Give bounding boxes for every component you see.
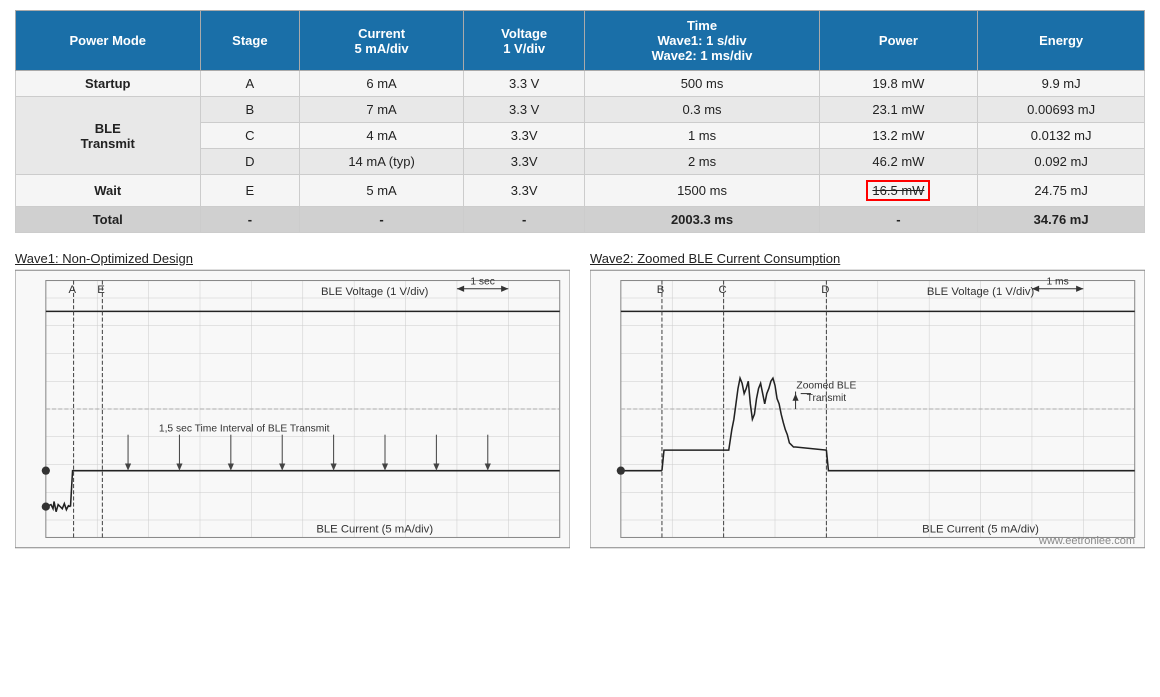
voltage-cell: 3.3V bbox=[463, 149, 585, 175]
wave1-svg: BLE Voltage (1 V/div) BLE Current (5 mA/… bbox=[15, 269, 570, 549]
time-cell: 1500 ms bbox=[585, 175, 819, 207]
energy-cell: 34.76 mJ bbox=[978, 207, 1145, 233]
table-row: Wait E 5 mA 3.3V 1500 ms 16.5 mW 24.75 m… bbox=[16, 175, 1145, 207]
energy-cell: 0.092 mJ bbox=[978, 149, 1145, 175]
wave2-title: Wave2: Zoomed BLE Current Consumption bbox=[590, 251, 1145, 266]
svg-text:D: D bbox=[821, 284, 829, 296]
header-voltage: Voltage1 V/div bbox=[463, 11, 585, 71]
waves-section: Wave1: Non-Optimized Design bbox=[15, 251, 1145, 549]
svg-text:A: A bbox=[68, 284, 76, 296]
power-cell: 19.8 mW bbox=[819, 71, 978, 97]
voltage-cell: 3.3V bbox=[463, 175, 585, 207]
energy-cell: 0.00693 mJ bbox=[978, 97, 1145, 123]
mode-cell-total: Total bbox=[16, 207, 201, 233]
power-cell: 46.2 mW bbox=[819, 149, 978, 175]
voltage-cell: - bbox=[463, 207, 585, 233]
table-row: Startup A 6 mA 3.3 V 500 ms 19.8 mW 9.9 … bbox=[16, 71, 1145, 97]
time-cell: 0.3 ms bbox=[585, 97, 819, 123]
current-cell: 6 mA bbox=[300, 71, 464, 97]
stage-cell: C bbox=[200, 123, 300, 149]
time-cell: 500 ms bbox=[585, 71, 819, 97]
svg-text:E: E bbox=[97, 284, 105, 296]
energy-cell: 0.0132 mJ bbox=[978, 123, 1145, 149]
svg-text:Transmit: Transmit bbox=[807, 393, 847, 404]
stage-cell: E bbox=[200, 175, 300, 207]
voltage-cell: 3.3V bbox=[463, 123, 585, 149]
power-cell-strike: 16.5 mW bbox=[819, 175, 978, 207]
time-cell: 1 ms bbox=[585, 123, 819, 149]
voltage-cell: 3.3 V bbox=[463, 71, 585, 97]
mode-cell: Wait bbox=[16, 175, 201, 207]
svg-text:1 ms: 1 ms bbox=[1047, 277, 1069, 288]
header-time: TimeWave1: 1 s/divWave2: 1 ms/div bbox=[585, 11, 819, 71]
svg-text:1 sec: 1 sec bbox=[470, 277, 495, 288]
voltage-cell: 3.3 V bbox=[463, 97, 585, 123]
table-row: BLETransmit B 7 mA 3.3 V 0.3 ms 23.1 mW … bbox=[16, 97, 1145, 123]
svg-text:BLE Current (5 mA/div): BLE Current (5 mA/div) bbox=[316, 523, 433, 535]
current-cell: 14 mA (typ) bbox=[300, 149, 464, 175]
header-power: Power bbox=[819, 11, 978, 71]
mode-cell: Startup bbox=[16, 71, 201, 97]
svg-text:B: B bbox=[657, 284, 665, 296]
mode-cell: BLETransmit bbox=[16, 97, 201, 175]
time-cell: 2 ms bbox=[585, 149, 819, 175]
stage-cell: D bbox=[200, 149, 300, 175]
svg-text:1,5 sec Time Interval of BLE T: 1,5 sec Time Interval of BLE Transmit bbox=[159, 424, 330, 435]
stage-cell: - bbox=[200, 207, 300, 233]
power-table: Power Mode Stage Current5 mA/div Voltage… bbox=[15, 10, 1145, 233]
current-cell: 7 mA bbox=[300, 97, 464, 123]
svg-text:BLE Current (5 mA/div): BLE Current (5 mA/div) bbox=[922, 523, 1039, 535]
stage-cell: A bbox=[200, 71, 300, 97]
wave2-svg: BLE Voltage (1 V/div) BLE Current (5 mA/… bbox=[590, 269, 1145, 549]
stage-cell: B bbox=[200, 97, 300, 123]
power-cell: 23.1 mW bbox=[819, 97, 978, 123]
svg-text:C: C bbox=[718, 284, 726, 296]
energy-cell: 9.9 mJ bbox=[978, 71, 1145, 97]
current-cell: 5 mA bbox=[300, 175, 464, 207]
table-row-total: Total - - - 2003.3 ms - 34.76 mJ bbox=[16, 207, 1145, 233]
power-cell: - bbox=[819, 207, 978, 233]
wave1-panel: Wave1: Non-Optimized Design bbox=[15, 251, 570, 549]
time-cell: 2003.3 ms bbox=[585, 207, 819, 233]
watermark: www.eetroniee.com bbox=[1039, 535, 1135, 547]
svg-text:BLE Voltage (1 V/div): BLE Voltage (1 V/div) bbox=[321, 286, 429, 298]
wave2-panel: Wave2: Zoomed BLE Current Consumption bbox=[590, 251, 1145, 549]
header-power-mode: Power Mode bbox=[16, 11, 201, 71]
header-stage: Stage bbox=[200, 11, 300, 71]
energy-cell: 24.75 mJ bbox=[978, 175, 1145, 207]
svg-text:Zoomed BLE: Zoomed BLE bbox=[796, 380, 856, 391]
power-cell: 13.2 mW bbox=[819, 123, 978, 149]
wave1-wrapper: BLE Voltage (1 V/div) BLE Current (5 mA/… bbox=[15, 269, 570, 549]
header-current: Current5 mA/div bbox=[300, 11, 464, 71]
wave1-title: Wave1: Non-Optimized Design bbox=[15, 251, 570, 266]
svg-text:BLE Voltage (1 V/div): BLE Voltage (1 V/div) bbox=[927, 286, 1035, 298]
header-energy: Energy bbox=[978, 11, 1145, 71]
current-cell: 4 mA bbox=[300, 123, 464, 149]
current-cell: - bbox=[300, 207, 464, 233]
wave2-wrapper: BLE Voltage (1 V/div) BLE Current (5 mA/… bbox=[590, 269, 1145, 549]
